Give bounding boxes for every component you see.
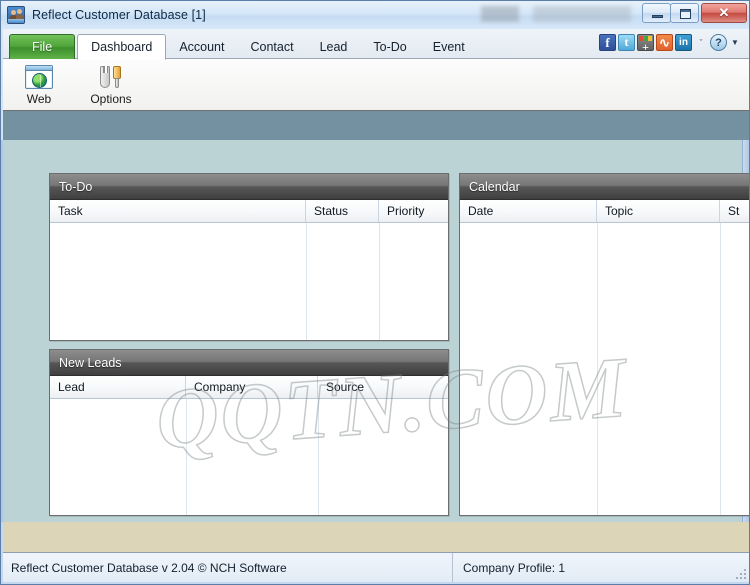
stumbleupon-icon[interactable] xyxy=(656,34,673,51)
panel-calendar-header: Calendar xyxy=(460,174,749,200)
help-dropdown-caret-icon[interactable]: ▼ xyxy=(729,34,741,51)
window-controls: ✕ xyxy=(642,3,747,23)
new-leads-grid: Lead Company Source xyxy=(50,376,448,515)
people-icon xyxy=(7,6,25,24)
twitter-icon[interactable] xyxy=(618,34,635,51)
calendar-grid-header: Date Topic St xyxy=(460,200,749,223)
options-button[interactable]: Options xyxy=(75,63,147,106)
blurred-title-watermark xyxy=(481,6,631,22)
tab-list: File Dashboard Account Contact Lead To-D… xyxy=(9,32,478,60)
panel-new-leads-title: New Leads xyxy=(59,355,122,370)
todo-grid-header: Task Status Priority xyxy=(50,200,448,223)
web-button[interactable]: Web xyxy=(3,63,75,106)
restore-icon xyxy=(680,9,691,19)
left-window-edge xyxy=(1,140,3,522)
tab-dashboard[interactable]: Dashboard xyxy=(77,34,167,60)
tab-todo-label: To-Do xyxy=(373,40,407,54)
todo-column-status[interactable]: Status xyxy=(306,200,379,222)
tab-contact[interactable]: Contact xyxy=(237,35,306,59)
tab-lead-label: Lead xyxy=(319,40,348,54)
calendar-grid-body[interactable] xyxy=(460,223,749,515)
status-company-profile: Company Profile: 1 xyxy=(463,560,566,575)
chevron-down-icon[interactable]: ˇ xyxy=(695,34,707,51)
tab-file-label: File xyxy=(32,40,53,54)
panel-calendar-title: Calendar xyxy=(469,179,520,194)
status-version-text: Reflect Customer Database v 2.04 © NCH S… xyxy=(3,553,453,582)
panel-todo: To-Do Task Status Priority xyxy=(49,173,449,341)
calendar-column-date[interactable]: Date xyxy=(460,200,597,222)
new-leads-grid-body[interactable] xyxy=(50,399,448,515)
tab-lead[interactable]: Lead xyxy=(307,35,361,59)
status-bar: Reflect Customer Database v 2.04 © NCH S… xyxy=(3,552,749,582)
leads-column-lead[interactable]: Lead xyxy=(50,376,186,398)
title-bar: Reflect Customer Database [1] ✕ xyxy=(1,1,749,29)
application-window: Reflect Customer Database [1] ✕ File Das… xyxy=(0,0,750,585)
tools-options-icon xyxy=(97,65,125,89)
web-browser-icon xyxy=(25,65,53,89)
leads-column-source[interactable]: Source xyxy=(318,376,448,398)
web-button-label: Web xyxy=(26,92,52,106)
new-leads-grid-header: Lead Company Source xyxy=(50,376,448,399)
tab-strip: File Dashboard Account Contact Lead To-D… xyxy=(3,29,749,60)
panel-new-leads-header: New Leads xyxy=(50,350,448,376)
options-button-label: Options xyxy=(90,92,132,106)
panel-new-leads: New Leads Lead Company Source xyxy=(49,349,449,516)
tab-account[interactable]: Account xyxy=(166,35,237,59)
help-icon[interactable]: ? xyxy=(710,34,727,51)
calendar-column-topic[interactable]: Topic xyxy=(597,200,720,222)
linkedin-icon[interactable] xyxy=(675,34,692,51)
close-icon: ✕ xyxy=(718,5,730,20)
close-button[interactable]: ✕ xyxy=(701,3,747,23)
tab-contact-label: Contact xyxy=(250,40,294,54)
tab-dashboard-label: Dashboard xyxy=(91,40,153,54)
ribbon-toolbar: Web Options xyxy=(3,59,749,111)
facebook-icon[interactable] xyxy=(599,34,616,51)
leads-column-company[interactable]: Company xyxy=(186,376,318,398)
calendar-column-status[interactable]: St xyxy=(720,200,749,222)
tab-event[interactable]: Event xyxy=(420,35,478,59)
panel-calendar: Calendar Date Topic St xyxy=(459,173,749,516)
todo-grid-body[interactable] xyxy=(50,223,448,340)
todo-grid: Task Status Priority xyxy=(50,200,448,340)
minimize-icon xyxy=(652,15,663,18)
social-share-bar: + ˇ ? ▼ xyxy=(599,34,741,51)
panel-todo-header: To-Do xyxy=(50,174,448,200)
share-add-icon[interactable]: + xyxy=(637,34,654,51)
tab-todo[interactable]: To-Do xyxy=(360,35,419,59)
panel-todo-title: To-Do xyxy=(59,179,93,194)
window-title: Reflect Customer Database [1] xyxy=(32,8,206,22)
accent-band xyxy=(3,111,749,140)
restore-button[interactable] xyxy=(670,3,699,23)
tab-account-label: Account xyxy=(179,40,225,54)
todo-column-task[interactable]: Task xyxy=(50,200,306,222)
lower-band xyxy=(3,522,749,552)
calendar-grid: Date Topic St xyxy=(460,200,749,515)
todo-column-priority[interactable]: Priority xyxy=(379,200,448,222)
tab-file[interactable]: File xyxy=(9,34,76,59)
resize-grip[interactable] xyxy=(734,567,746,579)
tab-event-label: Event xyxy=(432,40,465,54)
minimize-button[interactable] xyxy=(642,3,671,23)
